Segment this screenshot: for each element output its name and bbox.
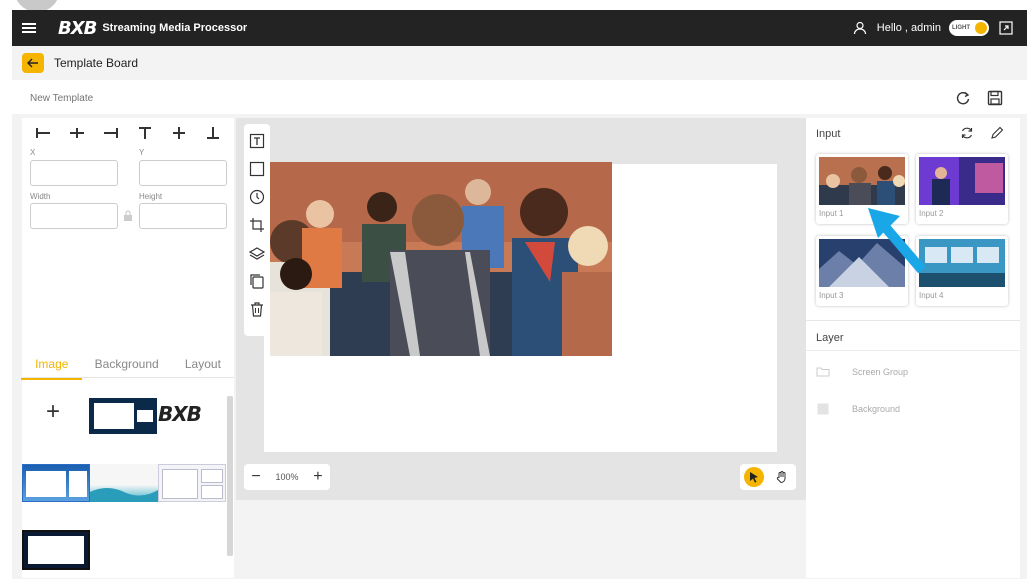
zoom-control: − 100% + [244, 464, 330, 490]
image-thumb-dark-frame[interactable] [22, 530, 90, 570]
user-icon [851, 19, 869, 37]
canvas-photo-audience[interactable] [270, 162, 612, 356]
align-bottom-icon[interactable] [204, 126, 222, 140]
tab-layout[interactable]: Layout [183, 353, 223, 375]
edit-pencil-icon[interactable] [990, 126, 1004, 143]
input-card-3[interactable]: Input 3 [816, 236, 908, 306]
arrow-left-icon [27, 58, 38, 68]
input-card-4[interactable]: Input 4 [916, 236, 1008, 306]
height-label: Height [139, 192, 163, 201]
align-center-horizontal-icon[interactable] [68, 126, 86, 140]
canvas-mode-switch [740, 464, 796, 490]
duplicate-tool-icon[interactable] [248, 272, 266, 290]
image-thumb-grid[interactable] [158, 464, 226, 502]
image-thumb-split[interactable] [22, 464, 90, 502]
divider [806, 320, 1020, 321]
reset-icon[interactable] [954, 89, 972, 107]
image-thumb-frame[interactable] [89, 398, 157, 434]
input-card-2[interactable]: Input 2 [916, 154, 1008, 224]
input-1-thumbnail [819, 157, 905, 205]
select-pointer-icon[interactable] [744, 467, 764, 487]
y-field[interactable] [139, 160, 227, 186]
zoom-out-button[interactable]: − [251, 469, 260, 485]
input-2-label: Input 2 [919, 209, 944, 218]
refresh-icon[interactable] [960, 126, 974, 143]
folder-icon [816, 366, 830, 377]
x-field[interactable] [30, 160, 118, 186]
layer-item-screen-group[interactable]: Screen Group [816, 366, 908, 377]
input-3-label: Input 3 [819, 291, 844, 300]
input-section-title: Input [816, 128, 841, 140]
zoom-in-button[interactable]: + [313, 469, 322, 485]
clock-tool-icon[interactable] [248, 188, 266, 206]
layer-label: Background [852, 403, 901, 414]
theme-toggle-label: LIGHT [952, 25, 970, 31]
image-list-scrollbar[interactable] [224, 388, 234, 573]
fullscreen-icon[interactable] [997, 19, 1015, 37]
square-icon [816, 403, 830, 414]
properties-panel: X Y Width Height Image Background Layout… [20, 118, 234, 578]
input-4-label: Input 4 [919, 291, 944, 300]
delete-tool-icon[interactable] [248, 300, 266, 318]
crop-tool-icon[interactable] [248, 216, 266, 234]
text-tool-icon[interactable] [248, 132, 266, 150]
top-bar: BXB Streaming Media Processor Hello , ad… [12, 10, 1027, 46]
align-center-vertical-icon[interactable] [170, 126, 188, 140]
zoom-level: 100% [275, 472, 299, 482]
theme-toggle[interactable]: LIGHT [949, 20, 989, 36]
x-label: X [30, 148, 36, 157]
user-greeting[interactable]: Hello , admin [877, 22, 941, 34]
tab-image[interactable]: Image [20, 353, 83, 380]
template-name-input[interactable] [30, 92, 330, 104]
lock-icon[interactable] [123, 210, 133, 222]
input-3-thumbnail [819, 239, 905, 287]
back-button[interactable] [22, 53, 44, 73]
asset-tabs: Image Background Layout [20, 350, 234, 380]
height-field[interactable] [139, 203, 227, 229]
divider [806, 350, 1020, 351]
width-label: Width [30, 192, 51, 201]
layers-tool-icon[interactable] [248, 244, 266, 262]
save-icon[interactable] [986, 89, 1004, 107]
align-right-icon[interactable] [102, 126, 120, 140]
template-name-bar [22, 82, 1018, 114]
y-label: Y [139, 148, 145, 157]
align-top-icon[interactable] [136, 126, 154, 140]
menu-icon[interactable] [12, 22, 46, 34]
brand-logo: BXB [58, 17, 97, 39]
layer-item-background[interactable]: Background [816, 403, 900, 414]
input-card-1[interactable]: Input 1 [816, 154, 908, 224]
add-image-button[interactable]: + [46, 400, 60, 424]
pan-hand-icon[interactable] [772, 467, 792, 487]
layer-section-title: Layer [816, 332, 844, 344]
breadcrumb: Template Board [12, 46, 1027, 80]
input-4-thumbnail [919, 239, 1005, 287]
layer-label: Screen Group [852, 366, 909, 377]
input-2-thumbnail [919, 157, 1005, 205]
alignment-toolbar [22, 118, 234, 140]
canvas-toolbar [244, 124, 270, 336]
toggle-knob [975, 22, 987, 34]
align-left-icon[interactable] [34, 126, 52, 140]
rectangle-tool-icon[interactable] [248, 160, 266, 178]
image-thumb-logo[interactable]: BXB [158, 402, 224, 430]
tab-background[interactable]: Background [93, 353, 161, 375]
page-title: Template Board [54, 56, 139, 70]
input-1-label: Input 1 [819, 209, 844, 218]
width-field[interactable] [30, 203, 118, 229]
image-thumb-wave[interactable] [90, 464, 158, 502]
app-title: Streaming Media Processor [102, 22, 248, 34]
input-layer-panel: Input Input 1 Input 2 Input 3 Input 4 La… [806, 118, 1020, 578]
